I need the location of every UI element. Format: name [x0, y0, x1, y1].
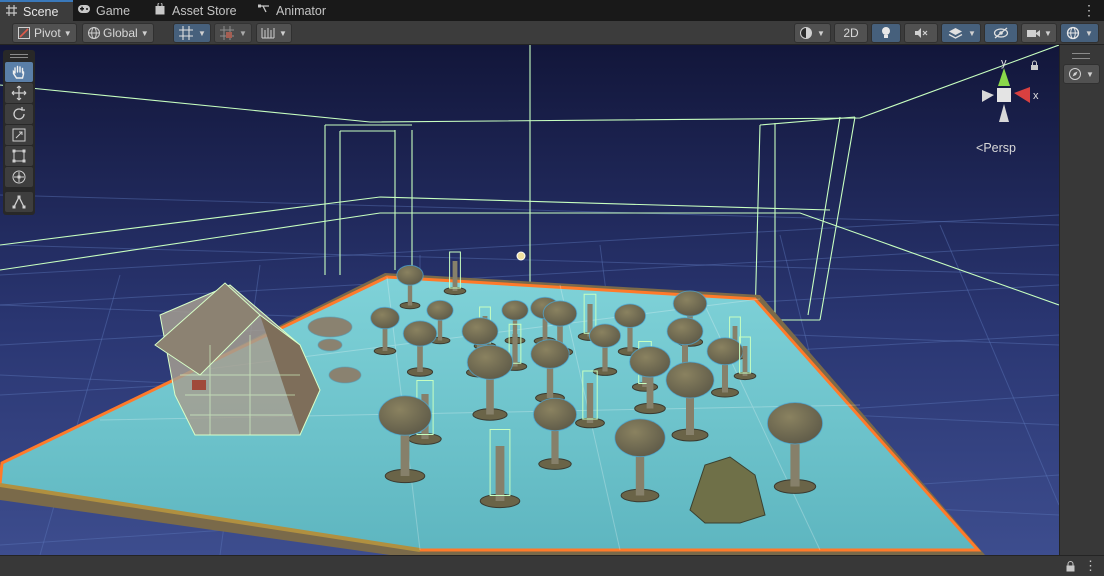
draw-mode-dropdown[interactable]: ▼	[794, 23, 831, 43]
gamepad-icon	[77, 4, 91, 17]
compass-icon	[1064, 65, 1086, 83]
2d-label: 2D	[843, 26, 859, 40]
gizmo-center-cube[interactable]	[997, 88, 1011, 102]
grid-icon	[4, 4, 18, 19]
rotate-icon	[13, 107, 25, 120]
scene-toolbar: Pivot ▼ Global ▼ ▼ ▼ ▼ ▼ 2D ▼ ▼ ▼	[0, 21, 1104, 45]
mute-icon	[915, 28, 928, 38]
chevron-down-icon[interactable]: ▼	[968, 29, 976, 38]
grid-snap-icon	[174, 24, 198, 42]
x-axis-cone[interactable]	[1014, 87, 1030, 103]
drag-handle[interactable]	[1072, 53, 1090, 59]
global-label: Global	[103, 26, 138, 40]
chevron-down-icon: ▼	[63, 28, 72, 38]
scale-icon	[12, 128, 26, 142]
shaded-sphere-icon	[795, 24, 817, 42]
increment-snap-toggle[interactable]: ▼	[214, 23, 252, 43]
tools-overlay	[3, 50, 35, 215]
tab-scene[interactable]: Scene	[0, 0, 73, 21]
neg-y-axis-cone[interactable]	[999, 104, 1009, 122]
pivot-dropdown[interactable]: Pivot ▼	[12, 23, 77, 43]
rect-transform-icon	[12, 149, 26, 163]
scene-render	[0, 45, 1059, 555]
hand-tool-button[interactable]	[5, 62, 33, 82]
pivot-icon	[18, 27, 30, 39]
rotate-tool-button[interactable]	[5, 104, 33, 124]
lighting-toggle[interactable]	[871, 23, 901, 43]
animator-icon	[257, 3, 271, 18]
hand-icon	[12, 65, 25, 79]
tab-asset-store[interactable]: Asset Store	[149, 0, 253, 21]
status-more-icon[interactable]: ⋮	[1084, 558, 1097, 574]
scale-tool-button[interactable]	[5, 125, 33, 145]
camera-icon	[1022, 24, 1044, 42]
ruler-toggle[interactable]: ▼	[256, 23, 292, 43]
chevron-down-icon: ▼	[140, 28, 149, 38]
lock-icon[interactable]	[1031, 60, 1038, 70]
gizmo-globe-icon	[1061, 24, 1085, 42]
globe-icon	[88, 27, 100, 39]
chevron-down-icon[interactable]: ▼	[239, 29, 247, 38]
audio-toggle[interactable]	[904, 23, 938, 43]
neg-x-axis-cone[interactable]	[982, 90, 994, 102]
tab-label: Asset Store	[172, 3, 237, 18]
gizmo-y-label: y	[1001, 57, 1007, 69]
projection-toggle[interactable]: <Persp	[976, 141, 1016, 155]
2d-toggle[interactable]: 2D	[834, 23, 868, 43]
scene-visibility-toggle[interactable]	[984, 23, 1018, 43]
transform-tool-button[interactable]	[5, 167, 33, 187]
tab-label: Game	[96, 3, 131, 18]
effects-dropdown[interactable]: ▼	[941, 23, 981, 43]
drag-handle[interactable]	[3, 52, 35, 60]
ruler-icon	[257, 24, 279, 42]
camera-dropdown[interactable]: ▼	[1021, 23, 1057, 43]
transform-icon	[12, 170, 26, 184]
tab-animator[interactable]: Animator	[253, 0, 337, 21]
custom-tool-button[interactable]	[5, 192, 33, 212]
gizmo-x-label: x	[1033, 90, 1039, 102]
eye-crossed-icon	[993, 27, 1009, 39]
pivot-label: Pivot	[34, 26, 61, 40]
shopping-bag-icon	[153, 2, 167, 18]
tab-game[interactable]: Game	[73, 0, 149, 21]
move-tool-button[interactable]	[5, 83, 33, 103]
more-options-icon[interactable]: ⋮	[1082, 2, 1096, 19]
y-axis-cone[interactable]	[998, 68, 1010, 86]
custom-tools-icon	[12, 195, 26, 209]
tab-label: Scene	[23, 4, 59, 19]
move-arrows-icon	[11, 85, 27, 101]
chevron-down-icon: ▼	[1086, 69, 1094, 79]
tab-label: Animator	[276, 3, 327, 18]
status-lock-icon[interactable]	[1066, 561, 1075, 575]
right-overlay-strip: ▼	[1059, 45, 1104, 555]
chevron-down-icon: ▼	[1044, 28, 1052, 38]
grid-snap-toggle[interactable]: ▼	[173, 23, 211, 43]
tab-bar: Scene Game Asset Store Animator ⋮	[0, 0, 1104, 21]
gizmos-dropdown[interactable]: ▼	[1060, 23, 1099, 43]
status-bar: ⋮	[0, 555, 1104, 576]
orientation-dropdown[interactable]: ▼	[1063, 64, 1100, 84]
chevron-down-icon: ▼	[817, 28, 825, 38]
rect-tool-button[interactable]	[5, 146, 33, 166]
chevron-down-icon[interactable]: ▼	[1085, 29, 1093, 38]
scene-viewport[interactable]	[0, 45, 1059, 555]
lightbulb-icon	[882, 27, 890, 38]
increment-snap-icon	[215, 24, 239, 42]
light-gizmo-icon[interactable]	[516, 251, 526, 261]
projection-label: Persp	[983, 141, 1016, 155]
global-dropdown[interactable]: Global ▼	[82, 23, 154, 43]
chevron-down-icon[interactable]: ▼	[279, 29, 287, 38]
layers-icon	[942, 24, 968, 42]
chevron-down-icon[interactable]: ▼	[198, 29, 206, 38]
